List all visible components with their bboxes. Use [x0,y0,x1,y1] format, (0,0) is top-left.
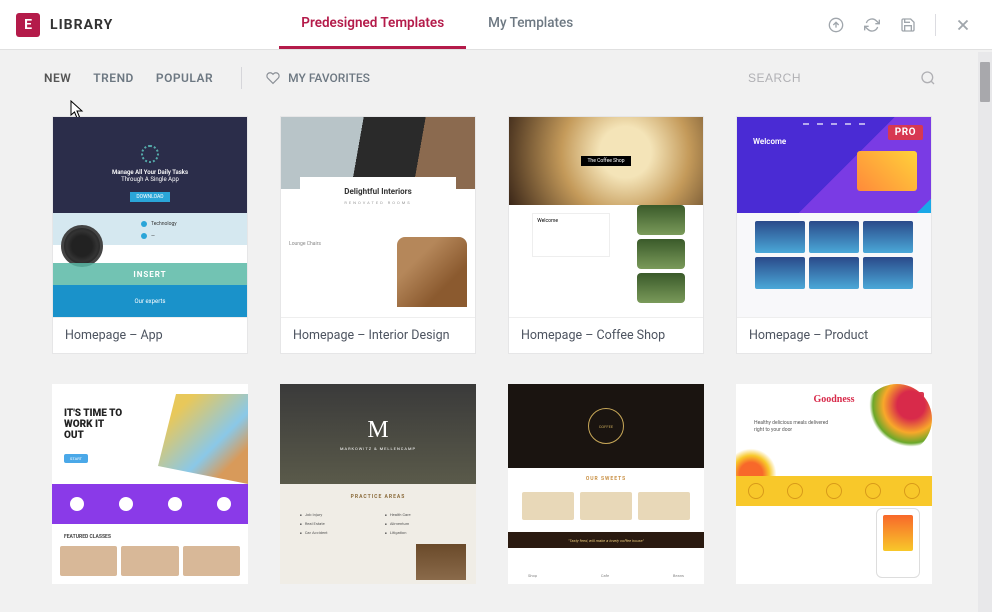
search-wrap [748,70,948,87]
divider [935,14,936,36]
library-title: LIBRARY [50,17,113,33]
template-thumbnail: Manage All Your Daily Tasks Through A Si… [53,117,247,317]
template-title: Homepage – Product [737,317,931,353]
template-grid: Manage All Your Daily Tasks Through A Si… [0,106,992,584]
tab-my-templates[interactable]: My Templates [466,0,595,49]
template-thumbnail: MMARKOWITZ & MELLENCAMP PRACTICE AREAS J… [280,384,476,584]
tabs: Predesigned Templates My Templates [279,0,595,49]
elementor-logo: E [16,13,40,37]
scrollbar[interactable] [978,52,992,612]
pro-badge: PRO [888,125,923,140]
template-thumbnail: IT'S TIME TO WORK IT OUT START FEATURED … [52,384,248,584]
divider [241,67,242,89]
insert-button[interactable]: INSERT [53,263,247,285]
search-input[interactable] [748,71,908,85]
upload-icon[interactable] [827,16,845,34]
template-thumbnail: PRO Welcome [737,117,931,317]
filter-trend[interactable]: TREND [93,71,134,85]
heart-icon [266,71,280,85]
template-card[interactable]: MMARKOWITZ & MELLENCAMP PRACTICE AREAS J… [280,384,476,584]
template-title: Homepage – Interior Design [281,317,475,353]
search-icon [920,70,936,86]
template-card[interactable]: PRO Goodness Healthy delicious meals del… [736,384,932,584]
template-card[interactable]: IT'S TIME TO WORK IT OUT START FEATURED … [52,384,248,584]
template-thumbnail: PRO Goodness Healthy delicious meals del… [736,384,932,584]
filter-popular[interactable]: POPULAR [156,71,213,85]
my-favorites-label: MY FAVORITES [288,71,370,85]
filter-new[interactable]: NEW [44,71,71,85]
header: E LIBRARY Predesigned Templates My Templ… [0,0,992,50]
template-card[interactable]: Manage All Your Daily Tasks Through A Si… [52,116,248,354]
save-icon[interactable] [899,16,917,34]
scrollbar-thumb[interactable] [980,62,990,102]
logo-area: E LIBRARY [0,13,129,37]
tab-predesigned-templates[interactable]: Predesigned Templates [279,0,466,49]
template-title: Homepage – Coffee Shop [509,317,703,353]
header-actions [827,14,992,36]
template-card[interactable]: PRO Delightful InteriorsRENOVATED ROOMS … [280,116,476,354]
template-thumbnail: PRO The Coffee Shop Welcome [509,117,703,317]
template-thumbnail: COFFEE OUR SWEETS "Tasty feed, will make… [508,384,704,584]
template-thumbnail: PRO Delightful InteriorsRENOVATED ROOMS … [281,117,475,317]
close-icon[interactable] [954,16,972,34]
template-card[interactable]: PRO The Coffee Shop Welcome Homepage – C… [508,116,704,354]
template-card[interactable]: PRO Welcome Homepage – Product [736,116,932,354]
filter-bar: NEW TREND POPULAR MY FAVORITES [0,50,992,106]
my-favorites[interactable]: MY FAVORITES [266,71,370,85]
template-title: Homepage – App [53,317,247,353]
template-card[interactable]: COFFEE OUR SWEETS "Tasty feed, will make… [508,384,704,584]
sync-icon[interactable] [863,16,881,34]
